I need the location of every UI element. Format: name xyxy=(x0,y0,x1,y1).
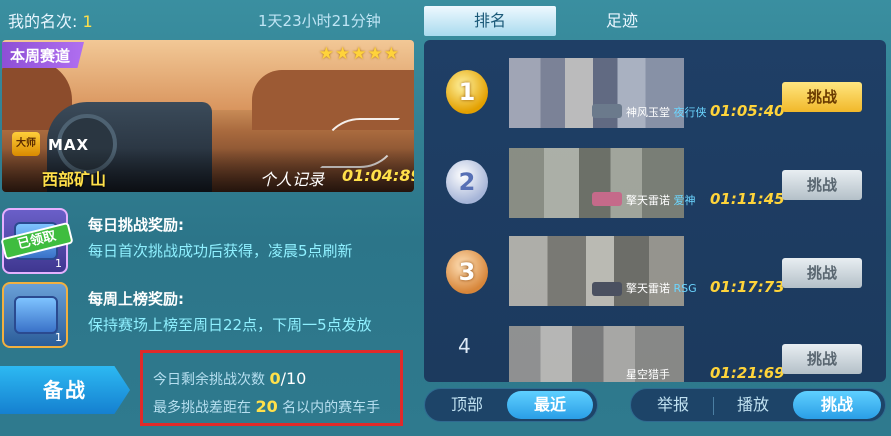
race-leaderboard-screen: { "header": { "rank_label": "我的名次:", "ra… xyxy=(0,0,891,436)
leaderboard-row: 1 神风玉堂 夜行侠 01:05:40 挑战 xyxy=(424,52,886,138)
challenge-button[interactable]: 挑战 xyxy=(782,258,862,288)
replay-button[interactable]: 播放 xyxy=(717,391,789,419)
player-club: 擎天雷诺 爱神 xyxy=(626,194,696,207)
rank-label: 我的名次: xyxy=(8,12,78,31)
my-rank: 我的名次: 1 xyxy=(8,8,93,32)
car-icon xyxy=(592,192,622,206)
car-icon xyxy=(592,282,622,296)
top-button[interactable]: 顶部 xyxy=(429,391,505,419)
personal-record-time: 01:04:89 xyxy=(342,166,414,185)
tab-footprint[interactable]: 足迹 xyxy=(556,6,688,36)
report-button[interactable]: 举报 xyxy=(637,391,709,419)
weekly-reward-desc: 保持赛场上榜至周日22点，下周一5点发放 xyxy=(88,316,372,334)
player-time: 01:05:40 xyxy=(710,102,785,120)
leaderboard-row: 3 擎天雷诺 RSG 01:17:73 挑战 xyxy=(424,228,886,314)
challenge-info-box: 今日剩余挑战次数 0/10 最多挑战差距在 20 名以内的赛车手 xyxy=(140,350,403,426)
daily-reward-desc: 每日首次挑战成功后获得，凌晨5点刷新 xyxy=(88,242,353,260)
track-name: 西部矿山 xyxy=(42,170,107,189)
silver-crown-icon: 2 xyxy=(436,152,498,214)
player-club: 神风玉堂 夜行侠 xyxy=(626,106,707,119)
level-label: MAX xyxy=(48,136,90,154)
leaderboard-row: 2 擎天雷诺 爱神 01:11:45 挑战 xyxy=(424,140,886,226)
prepare-button[interactable]: 备战 xyxy=(0,366,130,414)
weekly-reward: 1 每周上榜奖励: 保持赛场上榜至周日22点，下周一5点发放 xyxy=(0,282,418,350)
weekly-reward-title: 每周上榜奖励: xyxy=(88,290,184,308)
recent-button[interactable]: 最近 xyxy=(507,391,593,419)
leaderboard-panel: 1 神风玉堂 夜行侠 01:05:40 挑战 2 擎天雷诺 爱神 01:11:4… xyxy=(424,40,886,382)
challenge-button[interactable]: 挑战 xyxy=(782,344,862,374)
rank-number: 4 xyxy=(458,334,471,358)
challenge-tab-button[interactable]: 挑战 xyxy=(793,391,881,419)
challenge-button[interactable]: 挑战 xyxy=(782,170,862,200)
car-icon xyxy=(592,104,622,118)
weekly-track-tag: 本周赛道 xyxy=(2,42,85,68)
remaining-count: 0 xyxy=(269,369,281,388)
gold-crown-icon: 1 xyxy=(436,62,498,124)
action-pill-group: 举报 播放 挑战 xyxy=(630,388,886,422)
chest-count: 1 xyxy=(55,331,62,344)
chest-count: 1 xyxy=(55,257,62,270)
tab-ranking[interactable]: 排名 xyxy=(424,6,556,36)
player-time: 01:11:45 xyxy=(710,190,785,208)
player-time: 01:17:73 xyxy=(710,278,785,296)
player-club: 星空猎手 xyxy=(626,368,670,381)
personal-record-label: 个人记录 xyxy=(260,170,325,189)
daily-reward: 已领取 1 每日挑战奖励: 每日首次挑战成功后获得，凌晨5点刷新 xyxy=(0,208,418,276)
master-badge-icon: 大师 xyxy=(12,132,40,156)
rank-value: 1 xyxy=(82,12,93,31)
player-club: 擎天雷诺 RSG xyxy=(626,282,697,295)
player-time: 01:21:69 xyxy=(710,364,785,382)
challenge-range: 最多挑战差距在 20 名以内的赛车手 xyxy=(153,397,381,416)
daily-reward-title: 每日挑战奖励: xyxy=(88,216,184,234)
leaderboard-row: 4 星空猎手 01:21:69 挑战 xyxy=(424,316,886,382)
tab-bar: 排名 足迹 xyxy=(424,6,688,36)
remaining-challenges: 今日剩余挑战次数 0/10 xyxy=(153,369,307,388)
countdown-timer: 1天23小时21分钟 xyxy=(258,12,381,30)
range-value: 20 xyxy=(255,397,278,416)
scroll-pill-group: 顶部 最近 xyxy=(424,388,598,422)
daily-chest[interactable]: 已领取 1 xyxy=(0,208,74,274)
header: 我的名次: 1 1天23小时21分钟 xyxy=(0,0,418,40)
track-banner: 本周赛道 ★★★★★ 大师 MAX 西部矿山 个人记录 01:04:89 xyxy=(2,40,414,192)
challenge-button[interactable]: 挑战 xyxy=(782,82,862,112)
weekly-chest[interactable]: 1 xyxy=(2,282,68,348)
difficulty-stars: ★★★★★ xyxy=(318,44,400,64)
bronze-crown-icon: 3 xyxy=(436,242,498,304)
chest-icon xyxy=(14,296,58,334)
